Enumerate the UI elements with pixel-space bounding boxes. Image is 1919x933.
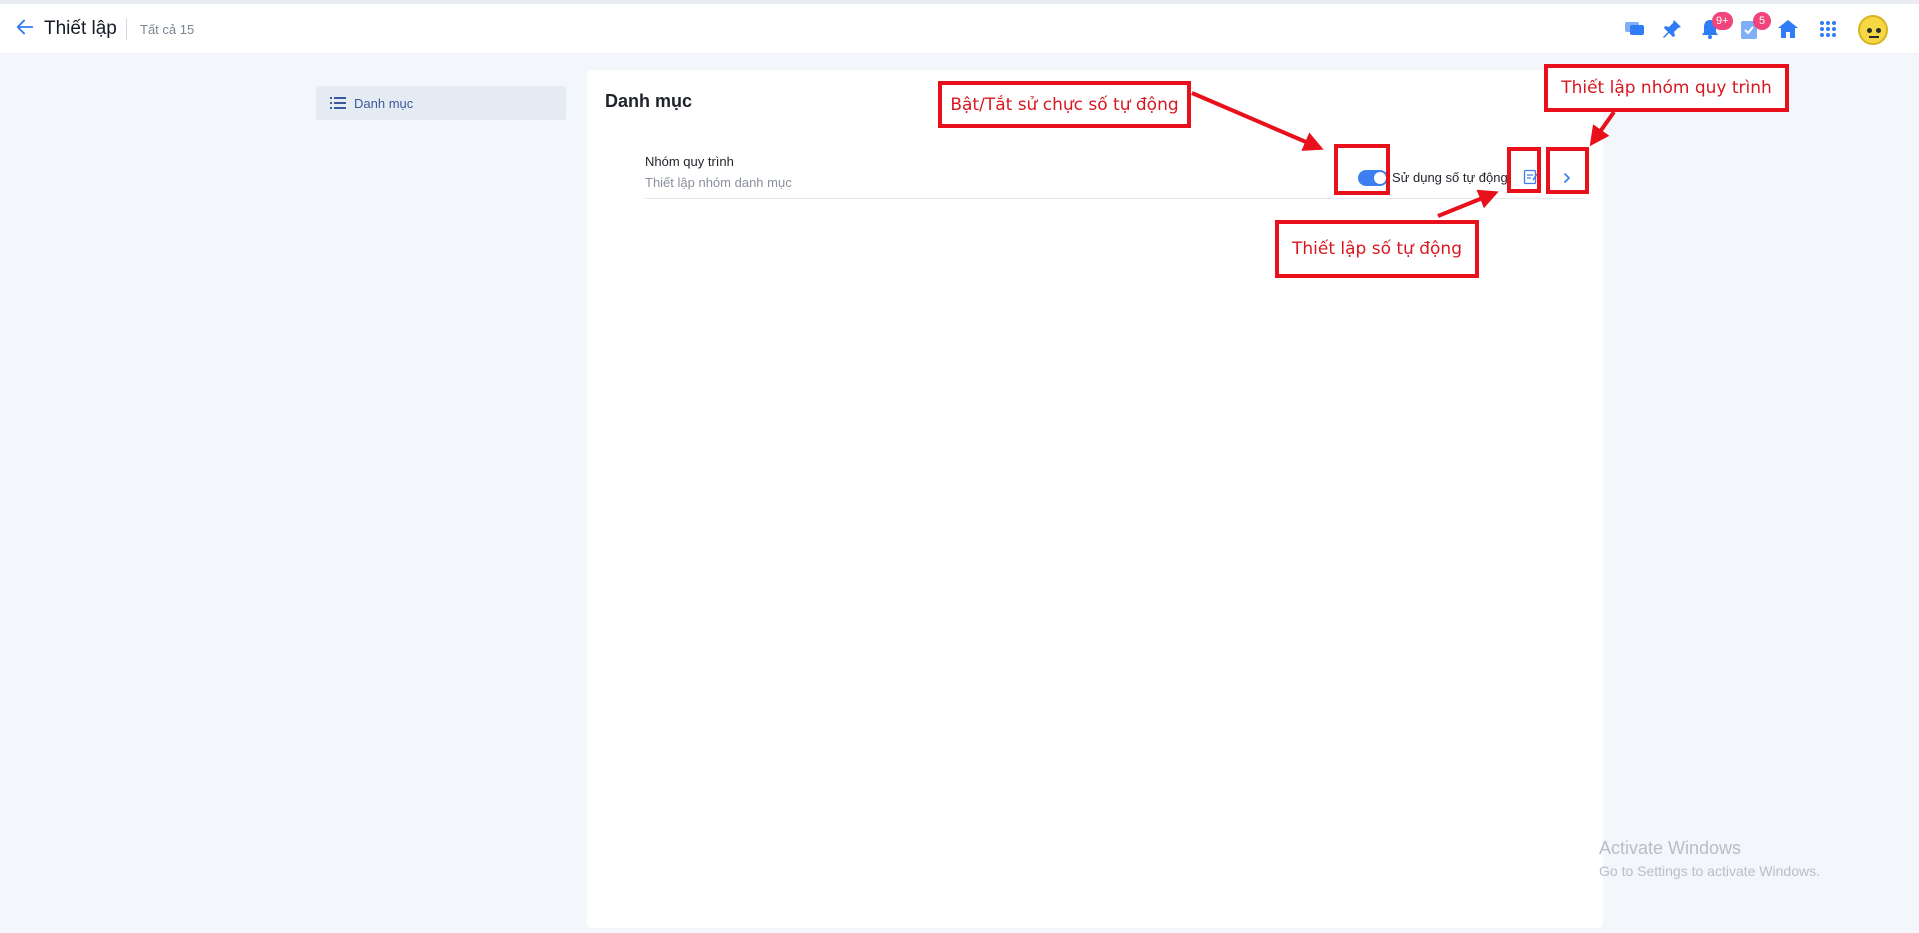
windows-watermark: Activate Windows Go to Settings to activ… (1599, 838, 1820, 879)
page-title: Thiết lập (44, 18, 117, 39)
pin-icon[interactable] (1659, 16, 1685, 42)
auto-number-toggle-label: Sử dụng số tự động (1392, 170, 1508, 185)
row-subtitle: Thiết lập nhóm danh mục (645, 175, 792, 190)
chevron-highlight-box (1546, 147, 1589, 194)
watermark-subtitle: Go to Settings to activate Windows. (1599, 863, 1820, 879)
auto-number-annotation: Thiết lập số tự động (1275, 220, 1479, 278)
list-item[interactable]: Nhóm quy trình Thiết lập nhóm danh mục S… (645, 150, 1585, 199)
chat-icon[interactable] (1622, 16, 1648, 42)
user-avatar[interactable] (1858, 15, 1888, 45)
list-icon (330, 97, 346, 109)
task-badge: 5 (1753, 12, 1771, 30)
group-annotation: Thiết lập nhóm quy trình (1544, 64, 1789, 112)
sidebar-item-danh-muc[interactable]: Danh mục (316, 86, 566, 120)
total-count: Tất cả 15 (140, 22, 195, 37)
main-panel: Danh mục Nhóm quy trình Thiết lập nhóm d… (587, 70, 1603, 928)
toggle-highlight-box (1334, 144, 1390, 195)
title-divider (126, 18, 127, 40)
top-bar: Thiết lập Tất cả 15 9+ 5 (0, 0, 1919, 54)
toggle-annotation: Bật/Tắt sử chực số tự động (938, 81, 1191, 128)
home-icon[interactable] (1775, 16, 1801, 42)
panel-title: Danh mục (605, 91, 693, 111)
watermark-title: Activate Windows (1599, 838, 1742, 858)
edit-highlight-box (1507, 147, 1541, 193)
sidebar-item-label: Danh mục (354, 96, 414, 111)
notification-badge: 9+ (1712, 12, 1733, 30)
back-arrow-icon[interactable] (14, 16, 36, 38)
apps-grid-icon[interactable] (1815, 16, 1841, 42)
row-title: Nhóm quy trình (645, 154, 734, 169)
